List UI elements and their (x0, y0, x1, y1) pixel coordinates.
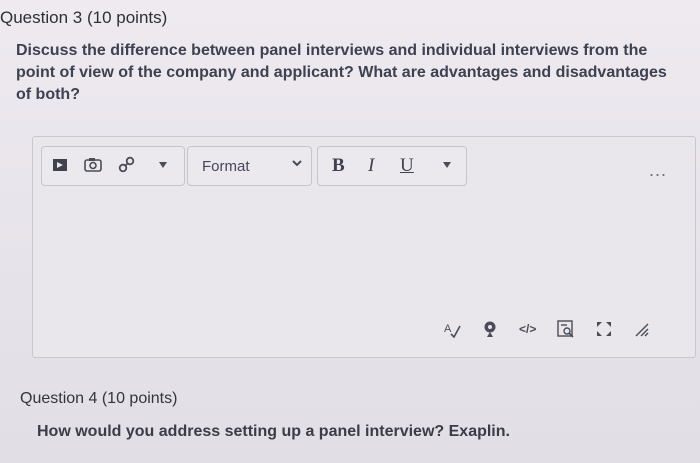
editor-toolbar: Format B I U ... (33, 146, 695, 186)
question4-label: Question 4 (20, 390, 98, 407)
fullscreen-icon[interactable] (595, 317, 613, 341)
insert-media-icon[interactable] (52, 157, 68, 173)
question3-header: Question 3 (10 points) (0, 8, 167, 28)
format-select[interactable]: Format (187, 146, 312, 186)
question4-text: How would you address setting up a panel… (37, 423, 510, 440)
svg-text:A: A (444, 323, 452, 335)
accessibility-check-icon[interactable] (481, 317, 499, 341)
question4-points: (10 points) (101, 390, 178, 407)
more-options-button[interactable]: ... (649, 160, 667, 181)
resize-handle-icon[interactable] (633, 317, 649, 341)
question4-header: Question 4 (10 points) (20, 390, 177, 408)
question3-points: (10 points) (86, 8, 168, 27)
answer-editor[interactable]: Format B I U ... A </> (32, 136, 696, 358)
question3-text: Discuss the difference between panel int… (16, 42, 667, 103)
chevron-down-icon (291, 157, 303, 169)
insert-link-icon[interactable] (118, 156, 136, 174)
spellcheck-icon[interactable]: A (443, 317, 461, 341)
insert-toolbar-group (41, 146, 185, 186)
italic-button[interactable]: I (368, 155, 374, 177)
style-dropdown-icon[interactable] (442, 161, 452, 169)
editor-footer-toolbar: A </> (443, 317, 683, 341)
text-style-group: B I U (317, 146, 467, 186)
format-label: Format (202, 157, 250, 175)
insert-dropdown-icon[interactable] (158, 161, 168, 169)
bold-button[interactable]: B (332, 155, 345, 177)
question3-label: Question 3 (0, 8, 83, 27)
underline-button[interactable]: U (400, 155, 414, 177)
html-source-icon[interactable]: </> (519, 317, 536, 341)
find-replace-icon[interactable] (557, 317, 575, 341)
insert-image-icon[interactable] (84, 157, 102, 173)
